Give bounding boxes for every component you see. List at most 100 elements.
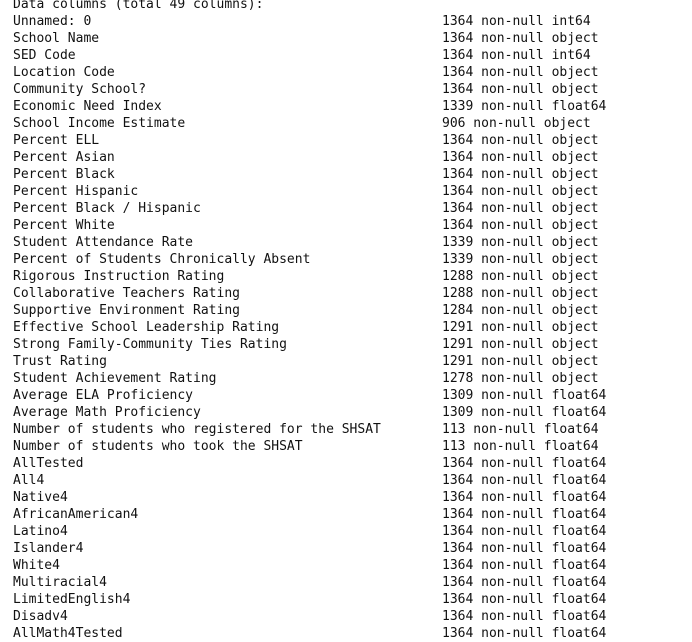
column-row: Student Achievement Rating 1278 non-null … [13,370,692,387]
column-row: Percent Hispanic 1364 non-null object [13,183,692,200]
column-row: Islander4 1364 non-null float64 [13,540,692,557]
column-name: Collaborative Teachers Rating [13,286,240,301]
column-name: School Name [13,31,100,46]
column-dtype-info: 1364 non-null float64 [442,507,607,522]
column-name: Number of students who took the SHSAT [13,439,303,454]
column-list: Unnamed: 0 1364 non-null int64 School Name… [13,13,692,642]
column-dtype-info: 1291 non-null object [442,354,599,369]
column-name: White4 [13,558,60,573]
column-name: Economic Need Index [13,99,162,114]
column-name: AllTested [13,456,84,471]
column-dtype-info: 1284 non-null object [442,303,599,318]
column-row: Average Math Proficiency 1309 non-null fl… [13,404,692,421]
column-dtype-info: 1364 non-null object [442,150,599,165]
column-row: Multiracial4 1364 non-null float64 [13,574,692,591]
column-row: Strong Family-Community Ties Rating 1291 … [13,336,692,353]
column-name: Multiracial4 [13,575,107,590]
column-name: Community School? [13,82,147,97]
column-dtype-info: 1291 non-null object [442,320,599,335]
column-name: Unnamed: 0 [13,14,92,29]
column-row: Supportive Environment Rating 1284 non-nu… [13,302,692,319]
column-dtype-info: 1339 non-null float64 [442,99,607,114]
column-dtype-info: 1364 non-null float64 [442,558,607,573]
column-dtype-info: 1291 non-null object [442,337,599,352]
column-row: Community School? 1364 non-null object [13,81,692,98]
column-dtype-info: 1364 non-null object [442,133,599,148]
column-dtype-info: 1364 non-null object [442,31,599,46]
column-dtype-info: 1364 non-null float64 [442,541,607,556]
column-row: Average ELA Proficiency 1309 non-null flo… [13,387,692,404]
column-row: Percent White 1364 non-null object [13,217,692,234]
column-row: AllMath4Tested 1364 non-null float64 [13,625,692,642]
column-name: Supportive Environment Rating [13,303,240,318]
column-row: Rigorous Instruction Rating 1288 non-null… [13,268,692,285]
column-row: White4 1364 non-null float64 [13,557,692,574]
column-row: Number of students who took the SHSAT 113… [13,438,692,455]
column-dtype-info: 1339 non-null object [442,252,599,267]
column-name: Percent Black [13,167,115,182]
column-name: AllMath4Tested [13,626,123,641]
column-name: Percent White [13,218,115,233]
column-name: All4 [13,473,45,488]
column-name: Islander4 [13,541,84,556]
column-name: Strong Family-Community Ties Rating [13,337,287,352]
column-dtype-info: 1364 non-null object [442,82,599,97]
column-dtype-info: 1364 non-null float64 [442,490,607,505]
column-name: Percent Asian [13,150,115,165]
column-row: Disadv4 1364 non-null float64 [13,608,692,625]
column-name: Location Code [13,65,115,80]
column-dtype-info: 1364 non-null float64 [442,575,607,590]
column-dtype-info: 1364 non-null float64 [442,609,607,624]
column-name: Student Attendance Rate [13,235,194,250]
column-dtype-info: 1364 non-null object [442,184,599,199]
column-name: Rigorous Instruction Rating [13,269,225,284]
column-row: All4 1364 non-null float64 [13,472,692,489]
column-row: Number of students who registered for th… [13,421,692,438]
column-name: Average ELA Proficiency [13,388,194,403]
column-dtype-info: 1364 non-null object [442,167,599,182]
column-row: AfricanAmerican4 1364 non-null float64 [13,506,692,523]
column-row: Percent of Students Chronically Absent 13… [13,251,692,268]
dataframe-info-output: Data columns (total 49 columns): Unnamed… [13,0,692,642]
column-dtype-info: 1288 non-null object [442,269,599,284]
column-name: AfricanAmerican4 [13,507,139,522]
column-dtype-info: 1364 non-null object [442,201,599,216]
column-dtype-info: 1309 non-null float64 [442,405,607,420]
column-dtype-info: 1364 non-null object [442,65,599,80]
column-row: Unnamed: 0 1364 non-null int64 [13,13,692,30]
column-name: Percent Hispanic [13,184,139,199]
column-row: School Name 1364 non-null object [13,30,692,47]
column-name: LimitedEnglish4 [13,592,131,607]
column-dtype-info: 906 non-null object [442,116,591,131]
column-name: Number of students who registered for th… [13,422,381,437]
column-row: School Income Estimate 906 non-null objec… [13,115,692,132]
column-name: School Income Estimate [13,116,186,131]
column-row: SED Code 1364 non-null int64 [13,47,692,64]
column-row: Collaborative Teachers Rating 1288 non-nu… [13,285,692,302]
column-name: SED Code [13,48,76,63]
column-dtype-info: 1278 non-null object [442,371,599,386]
column-row: Latino4 1364 non-null float64 [13,523,692,540]
column-row: Percent Black / Hispanic 1364 non-null ob… [13,200,692,217]
column-dtype-info: 113 non-null float64 [442,439,599,454]
column-dtype-info: 1364 non-null object [442,218,599,233]
column-row: Percent Asian 1364 non-null object [13,149,692,166]
column-dtype-info: 1364 non-null float64 [442,524,607,539]
column-dtype-info: 1364 non-null float64 [442,592,607,607]
column-name: Native4 [13,490,68,505]
column-name: Trust Rating [13,354,107,369]
column-name: Percent ELL [13,133,100,148]
column-row: Effective School Leadership Rating 1291 n… [13,319,692,336]
column-dtype-info: 1339 non-null object [442,235,599,250]
column-row: Native4 1364 non-null float64 [13,489,692,506]
column-row: Trust Rating 1291 non-null object [13,353,692,370]
column-dtype-info: 1364 non-null float64 [442,626,607,641]
column-name: Disadv4 [13,609,68,624]
column-name: Student Achievement Rating [13,371,217,386]
column-dtype-info: 1309 non-null float64 [442,388,607,403]
column-name: Average Math Proficiency [13,405,201,420]
column-dtype-info: 1288 non-null object [442,286,599,301]
column-row: Location Code 1364 non-null object [13,64,692,81]
column-row: Economic Need Index 1339 non-null float64 [13,98,692,115]
column-row: LimitedEnglish4 1364 non-null float64 [13,591,692,608]
